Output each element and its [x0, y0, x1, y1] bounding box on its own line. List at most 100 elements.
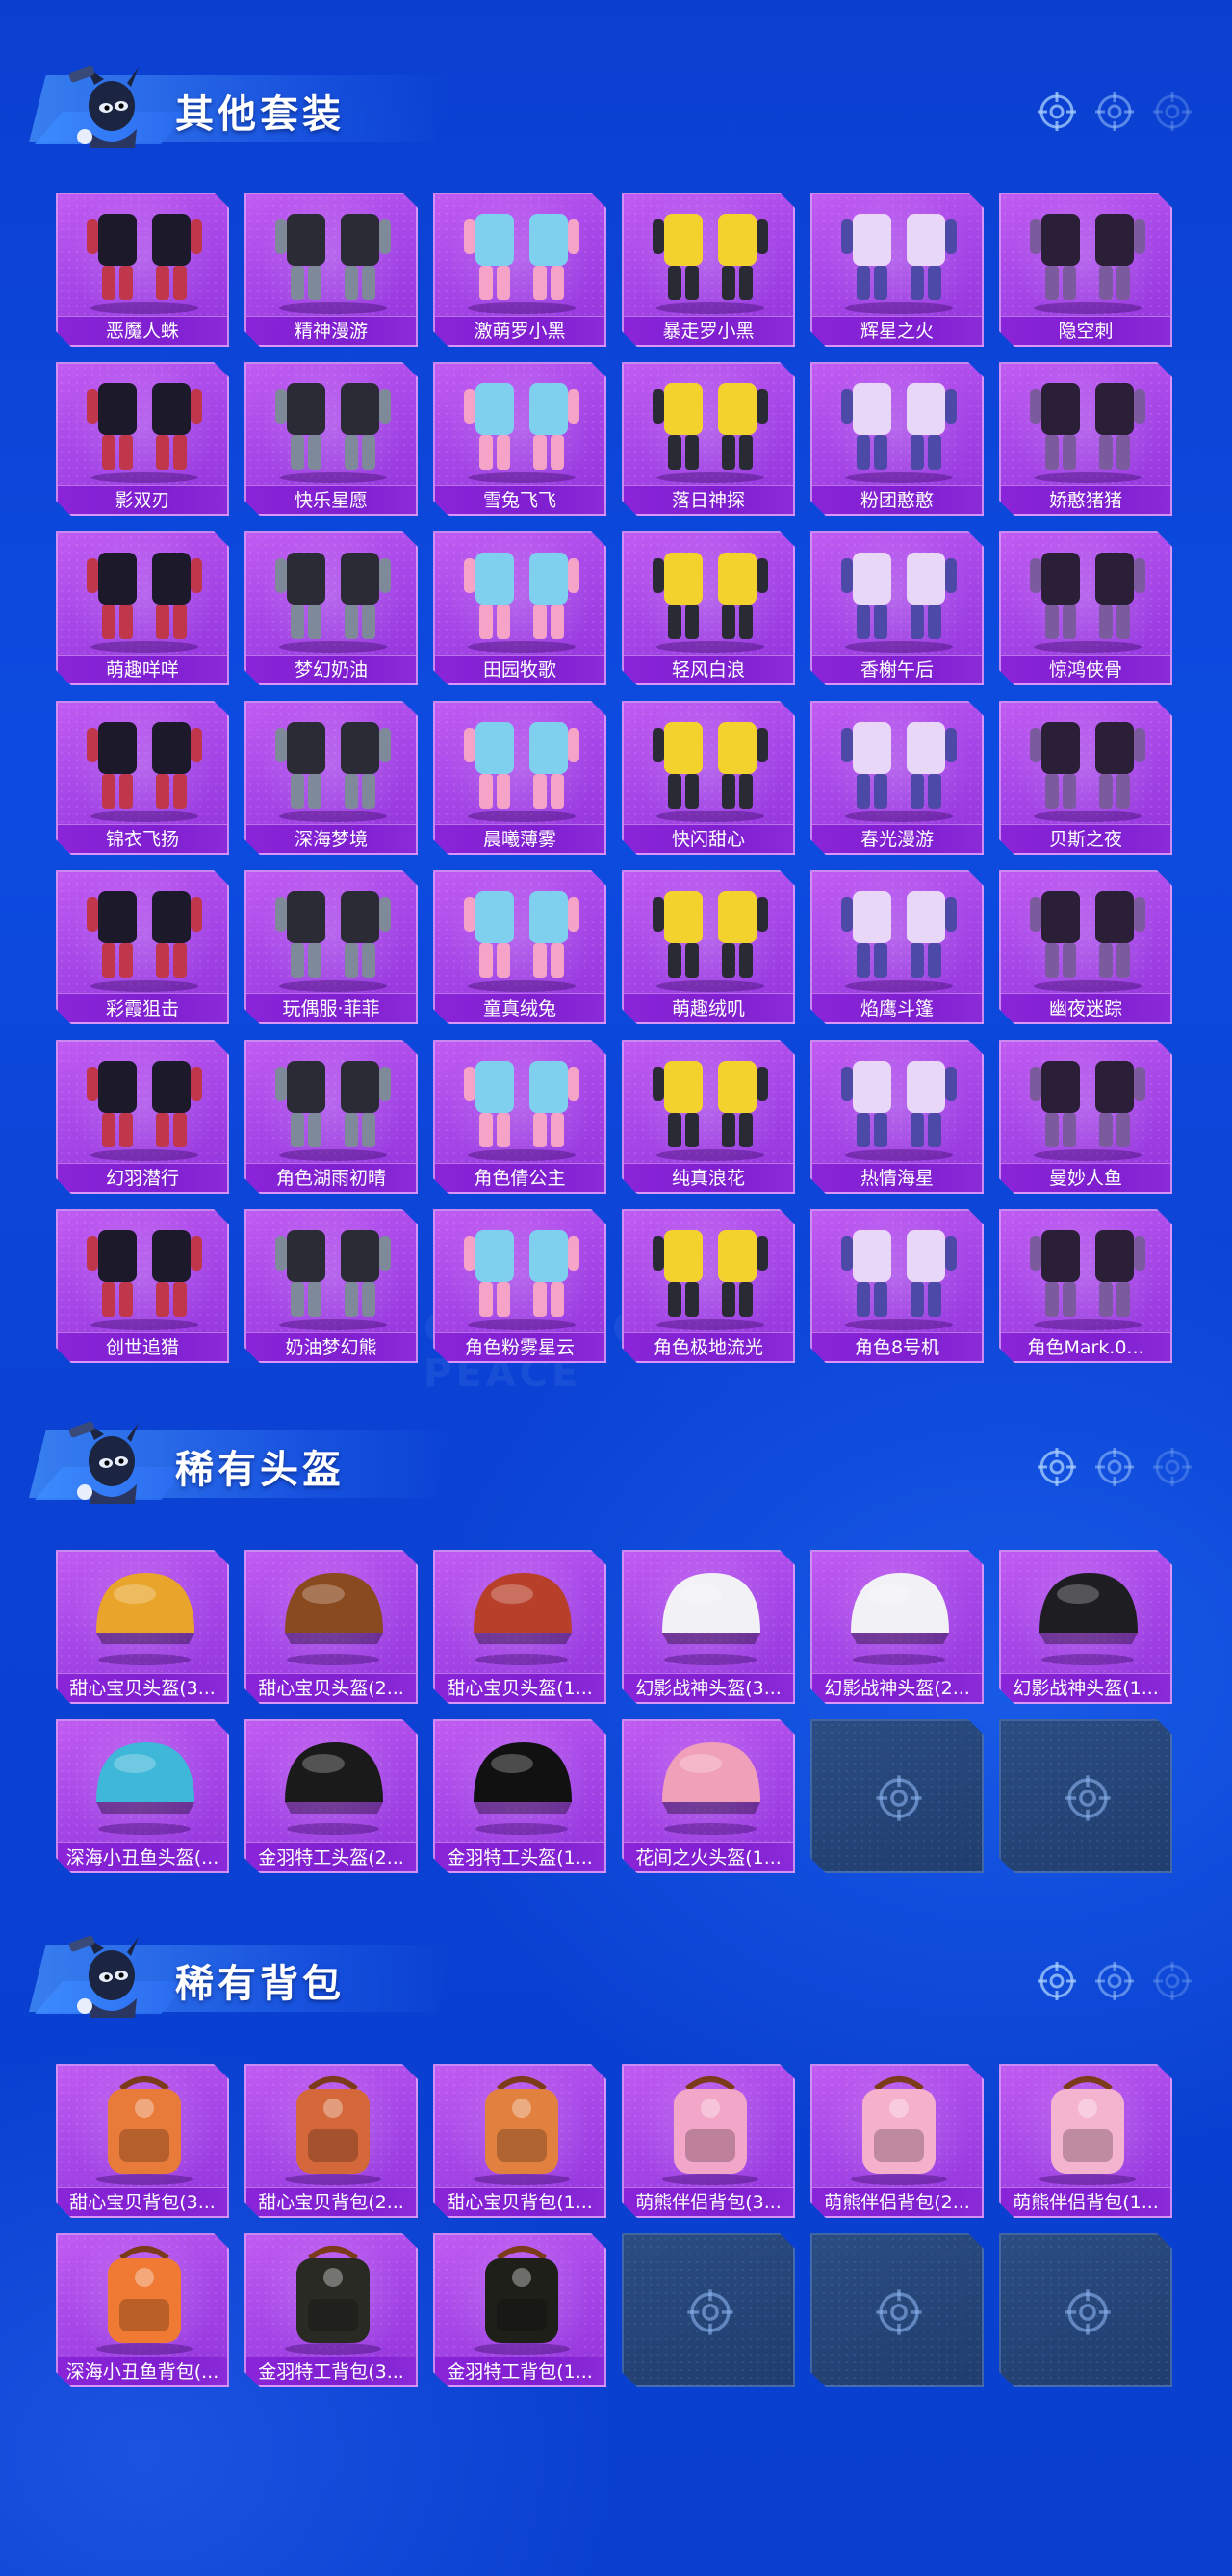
item-card[interactable]: 萌熊伴侣背包(3... — [622, 2064, 795, 2218]
item-card[interactable]: 隐空刺 — [999, 193, 1172, 347]
item-name: 深海梦境 — [246, 824, 416, 853]
item-image — [246, 533, 416, 657]
item-card[interactable]: 萌熊伴侣背包(2... — [810, 2064, 984, 2218]
item-card[interactable]: 角色Mark.0... — [999, 1209, 1172, 1363]
item-card[interactable]: 幻羽潜行 — [56, 1040, 229, 1194]
item-card[interactable]: 辉星之火 — [810, 193, 984, 347]
item-card[interactable]: 快闪甜心 — [622, 701, 795, 855]
item-card[interactable]: 金羽特工头盔(2... — [244, 1719, 418, 1873]
item-card[interactable]: 花间之火头盔(1... — [622, 1719, 795, 1873]
target-icon — [1095, 1962, 1134, 2000]
item-card[interactable]: 幻影战神头盔(1... — [999, 1550, 1172, 1704]
item-card[interactable]: 幻影战神头盔(3... — [622, 1550, 795, 1704]
item-card[interactable]: 角色湖雨初晴 — [244, 1040, 418, 1194]
section-header: 稀有头盔 — [0, 1404, 1232, 1509]
item-card[interactable]: 焰鹰斗篷 — [810, 870, 984, 1024]
item-card[interactable]: 纯真浪花 — [622, 1040, 795, 1194]
item-card[interactable]: 金羽特工背包(3... — [244, 2233, 418, 2387]
item-image — [58, 872, 227, 995]
item-image — [624, 194, 793, 318]
item-card[interactable]: 娇憨猪猪 — [999, 362, 1172, 516]
item-card[interactable]: 幻影战神头盔(2... — [810, 1550, 984, 1704]
item-image — [246, 703, 416, 826]
item-name: 幽夜迷踪 — [1001, 993, 1170, 1022]
item-card[interactable]: 角色粉雾星云 — [433, 1209, 606, 1363]
item-card[interactable]: 田园牧歌 — [433, 531, 606, 685]
item-name: 落日神探 — [624, 485, 793, 514]
item-card[interactable]: 甜心宝贝头盔(1... — [433, 1550, 606, 1704]
item-card[interactable]: 春光漫游 — [810, 701, 984, 855]
item-card[interactable]: 童真绒兔 — [433, 870, 606, 1024]
item-card[interactable]: 落日神探 — [622, 362, 795, 516]
item-card[interactable]: 甜心宝贝背包(1... — [433, 2064, 606, 2218]
item-name: 暴走罗小黑 — [624, 316, 793, 345]
item-card[interactable]: 萌熊伴侣背包(1... — [999, 2064, 1172, 2218]
item-card[interactable]: 创世追猎 — [56, 1209, 229, 1363]
item-card[interactable]: 金羽特工背包(1... — [433, 2233, 606, 2387]
item-name: 金羽特工背包(3... — [246, 2357, 416, 2385]
item-card[interactable]: 锦衣飞扬 — [56, 701, 229, 855]
item-card[interactable]: 玩偶服·菲菲 — [244, 870, 418, 1024]
item-name: 春光漫游 — [812, 824, 982, 853]
item-card[interactable]: 深海小丑鱼背包(... — [56, 2233, 229, 2387]
item-image — [58, 1211, 227, 1334]
item-card[interactable]: 恶魔人蛛 — [56, 193, 229, 347]
item-card[interactable]: 激萌罗小黑 — [433, 193, 606, 347]
item-card[interactable]: 快乐星愿 — [244, 362, 418, 516]
item-card[interactable]: 甜心宝贝背包(2... — [244, 2064, 418, 2218]
item-card[interactable]: 深海小丑鱼头盔(... — [56, 1719, 229, 1873]
item-name: 锦衣飞扬 — [58, 824, 227, 853]
item-name: 童真绒兔 — [435, 993, 604, 1022]
item-image — [624, 1552, 793, 1675]
item-name: 影双刃 — [58, 485, 227, 514]
item-name: 幻影战神头盔(2... — [812, 1673, 982, 1702]
section-header: 稀有背包 — [0, 1918, 1232, 2023]
item-name: 精神漫游 — [246, 316, 416, 345]
item-name: 纯真浪花 — [624, 1163, 793, 1192]
section-rare-backpacks: 稀有背包 甜心宝贝背包(3... 甜心宝贝背包(2... 甜心宝贝背包(1...… — [0, 1918, 1232, 2023]
item-card[interactable]: 惊鸿侠骨 — [999, 531, 1172, 685]
item-name: 金羽特工背包(1... — [435, 2357, 604, 2385]
item-image — [624, 1211, 793, 1334]
item-card[interactable]: 暴走罗小黑 — [622, 193, 795, 347]
item-image — [246, 1721, 416, 1844]
item-name: 玩偶服·菲菲 — [246, 993, 416, 1022]
item-card[interactable]: 彩霞狙击 — [56, 870, 229, 1024]
item-name: 萌熊伴侣背包(1... — [1001, 2187, 1170, 2216]
item-card[interactable]: 贝斯之夜 — [999, 701, 1172, 855]
item-card[interactable]: 角色极地流光 — [622, 1209, 795, 1363]
item-card[interactable]: 金羽特工头盔(1... — [433, 1719, 606, 1873]
item-card[interactable]: 影双刃 — [56, 362, 229, 516]
item-card[interactable]: 晨曦薄雾 — [433, 701, 606, 855]
item-card[interactable]: 角色8号机 — [810, 1209, 984, 1363]
item-card[interactable]: 甜心宝贝背包(3... — [56, 2064, 229, 2218]
section-decor — [1036, 90, 1194, 133]
item-card[interactable]: 萌趣绒叽 — [622, 870, 795, 1024]
section-rare-helmets: 稀有头盔 甜心宝贝头盔(3... 甜心宝贝头盔(2... 甜心宝贝头盔(1...… — [0, 1404, 1232, 1509]
item-card[interactable]: 雪兔飞飞 — [433, 362, 606, 516]
item-image — [812, 364, 982, 487]
item-card[interactable]: 幽夜迷踪 — [999, 870, 1172, 1024]
item-card[interactable]: 奶油梦幻熊 — [244, 1209, 418, 1363]
item-image — [435, 1552, 604, 1675]
item-name: 辉星之火 — [812, 316, 982, 345]
item-card[interactable]: 角色倩公主 — [433, 1040, 606, 1194]
item-card[interactable]: 曼妙人鱼 — [999, 1040, 1172, 1194]
item-card[interactable]: 深海梦境 — [244, 701, 418, 855]
item-image — [812, 1552, 982, 1675]
item-image — [624, 703, 793, 826]
item-card[interactable]: 轻风白浪 — [622, 531, 795, 685]
item-name: 角色湖雨初晴 — [246, 1163, 416, 1192]
item-image — [624, 533, 793, 657]
item-card[interactable]: 梦幻奶油 — [244, 531, 418, 685]
item-card[interactable]: 热情海星 — [810, 1040, 984, 1194]
item-image — [812, 1042, 982, 1165]
item-card[interactable]: 精神漫游 — [244, 193, 418, 347]
item-card[interactable]: 萌趣咩咩 — [56, 531, 229, 685]
item-name: 金羽特工头盔(2... — [246, 1842, 416, 1871]
item-card[interactable]: 粉团憨憨 — [810, 362, 984, 516]
item-card[interactable]: 甜心宝贝头盔(2... — [244, 1550, 418, 1704]
item-card[interactable]: 甜心宝贝头盔(3... — [56, 1550, 229, 1704]
section-other-outfits: 其他套装 恶魔人蛛 精神漫游 激萌罗小黑 暴走罗小黑 辉星之火 隐空刺 影双刃 … — [0, 48, 1232, 154]
item-card[interactable]: 香榭午后 — [810, 531, 984, 685]
